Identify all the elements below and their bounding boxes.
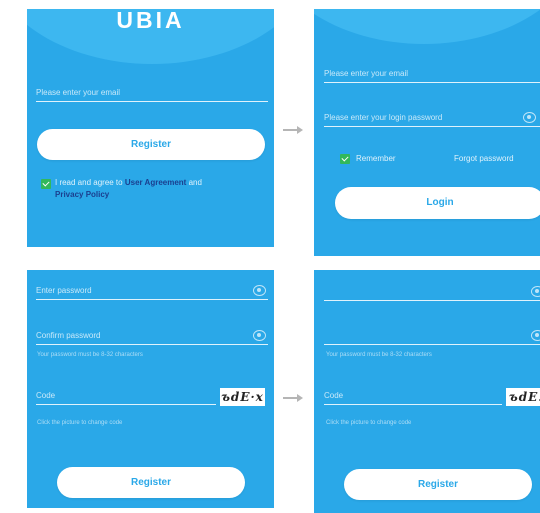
password-hint: Your password must be 8-32 characters — [37, 352, 143, 358]
flow-canvas: UBIA Please enter your email Register I … — [0, 0, 540, 513]
login-button[interactable]: Login — [335, 187, 540, 219]
register-button[interactable]: Register — [37, 129, 265, 160]
confirm-password-placeholder: Confirm password — [36, 331, 101, 340]
code-placeholder: Code — [324, 391, 344, 400]
set-password-screen-variant: Your password must be 8-32 characters Co… — [314, 270, 540, 513]
code-placeholder: Code — [36, 391, 56, 400]
arrow-right-icon — [283, 394, 303, 402]
header-dome — [314, 9, 540, 44]
captcha-image[interactable]: ъdЕ. — [506, 388, 540, 406]
forgot-password-link[interactable]: Forgot password — [454, 154, 514, 163]
agree-checkbox[interactable] — [41, 179, 51, 189]
code-field[interactable]: Code — [36, 386, 216, 405]
eye-icon[interactable] — [253, 285, 266, 296]
register-email-screen: UBIA Please enter your email Register I … — [27, 9, 274, 247]
login-email-placeholder: Please enter your email — [324, 69, 409, 78]
remember-label: Remember — [356, 154, 396, 163]
email-field[interactable]: Please enter your email — [36, 83, 268, 102]
set-password-screen: Enter password Confirm password Your pas… — [27, 270, 274, 508]
confirm-password-field[interactable] — [324, 326, 540, 345]
agreement-text: I read and agree to User Agreement and P… — [55, 177, 202, 201]
login-email-field[interactable]: Please enter your email — [324, 64, 540, 83]
email-placeholder: Please enter your email — [36, 88, 121, 97]
login-password-field[interactable]: Please enter your login password — [324, 108, 540, 127]
eye-icon[interactable] — [253, 330, 266, 341]
captcha-hint: Click the picture to change code — [326, 420, 412, 426]
eye-icon[interactable] — [523, 112, 536, 123]
app-logo: UBIA — [116, 9, 185, 33]
code-field[interactable]: Code — [324, 386, 502, 405]
password-hint: Your password must be 8-32 characters — [326, 352, 432, 358]
password-field[interactable]: Enter password — [36, 281, 268, 300]
eye-icon[interactable] — [531, 330, 540, 341]
captcha-hint: Click the picture to change code — [37, 420, 123, 426]
remember-checkbox[interactable] — [340, 154, 350, 164]
captcha-image[interactable]: ъdЕ·x — [220, 388, 265, 406]
privacy-policy-link[interactable]: Privacy Policy — [55, 190, 109, 199]
register-button[interactable]: Register — [344, 469, 532, 500]
register-button[interactable]: Register — [57, 467, 245, 498]
agree-and: and — [188, 178, 202, 187]
agree-prefix: I read and agree to — [55, 178, 123, 187]
login-screen: Please enter your email Please enter you… — [314, 9, 540, 256]
confirm-password-field[interactable]: Confirm password — [36, 326, 268, 345]
user-agreement-link[interactable]: User Agreement — [125, 178, 187, 187]
login-password-placeholder: Please enter your login password — [324, 113, 443, 122]
arrow-right-icon — [283, 126, 303, 134]
password-placeholder: Enter password — [36, 286, 92, 295]
password-field[interactable] — [324, 282, 540, 301]
eye-icon[interactable] — [531, 286, 540, 297]
